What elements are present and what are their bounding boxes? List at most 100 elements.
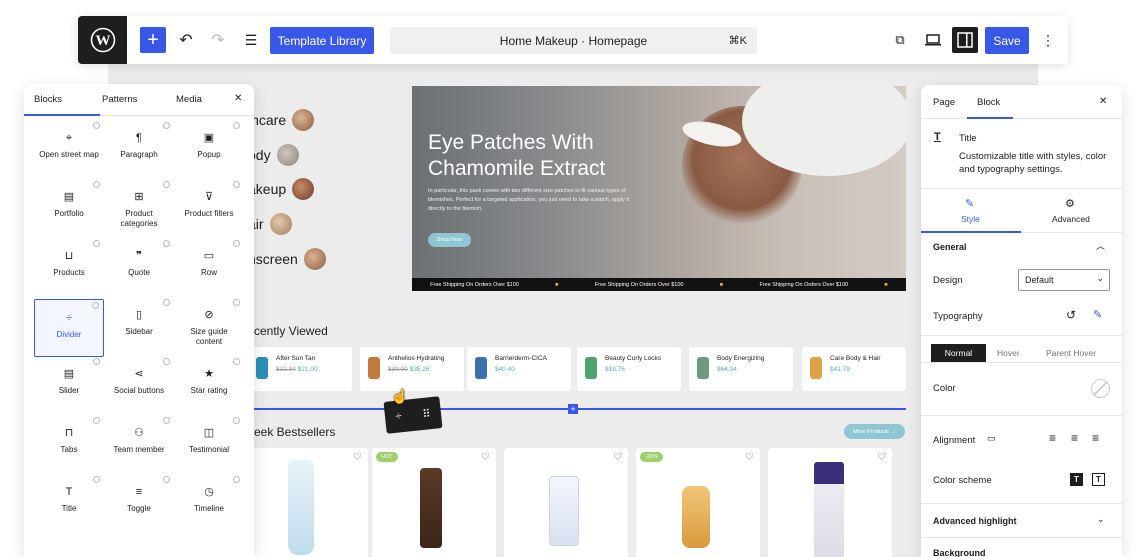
advanced-highlight-section[interactable]: Advanced highlight: [933, 516, 1017, 526]
shop-now-button[interactable]: Shop Now: [428, 233, 471, 247]
block-item[interactable]: ◫ Testimonial: [174, 415, 244, 473]
bestseller-card[interactable]: ♡: [768, 448, 892, 557]
recent-product-card[interactable]: Care Body & Hair $41.79: [802, 347, 906, 391]
block-item[interactable]: T Title: [34, 474, 104, 532]
block-item[interactable]: ⌖ Open street map: [34, 120, 104, 178]
hero-banner[interactable]: Eye Patches With Chamomile Extract In pa…: [412, 86, 906, 291]
recent-product-card[interactable]: Anthelios Hydrating $39.00 $35.26: [360, 347, 464, 391]
tab-media[interactable]: Media: [176, 94, 202, 105]
category-item[interactable]: akeup: [248, 178, 315, 200]
block-item-label: Testimonial: [188, 445, 229, 454]
state-tab-hover[interactable]: Hover: [997, 348, 1020, 358]
close-icon[interactable]: ✕: [1099, 96, 1107, 107]
edit-pencil-icon[interactable]: ✎: [1093, 308, 1102, 321]
design-select[interactable]: Default ⌄: [1018, 269, 1110, 291]
svg-text:W: W: [95, 33, 110, 49]
recent-product-card[interactable]: Barrierderm-CICA $40.40: [467, 347, 571, 391]
block-item[interactable]: ◷ Timeline: [174, 474, 244, 532]
block-item[interactable]: ▣ Popup: [174, 120, 244, 178]
recent-product-card[interactable]: Beauty Curly Locks $19.76: [577, 347, 681, 391]
block-item[interactable]: ¶ Paragraph: [104, 120, 174, 178]
tab-blocks[interactable]: Blocks: [34, 94, 62, 105]
hero-body: In particular, this pack comes with two …: [428, 188, 630, 212]
light-scheme-icon[interactable]: T: [1092, 473, 1105, 486]
block-item[interactable]: ≡ Toggle: [104, 474, 174, 532]
block-item[interactable]: ⋖ Social buttons: [104, 356, 174, 414]
category-item[interactable]: ody: [248, 144, 299, 166]
wishlist-heart-icon[interactable]: ♡: [613, 452, 622, 463]
wishlist-heart-icon[interactable]: ♡: [481, 452, 490, 463]
tab-patterns[interactable]: Patterns: [102, 94, 137, 105]
chevron-down-icon[interactable]: ⌄: [1097, 514, 1105, 525]
sidebar-toggle-icon[interactable]: [952, 27, 978, 53]
recent-product-card[interactable]: Body Energizing $64.34: [689, 347, 793, 391]
state-tab-parent-hover[interactable]: Parent Hover: [1046, 348, 1096, 358]
insert-plus-icon[interactable]: +: [568, 404, 578, 414]
paragraph-icon: ¶: [136, 132, 142, 144]
chevron-up-icon[interactable]: ︿: [1096, 239, 1105, 252]
block-item[interactable]: ▤ Portfolio: [34, 179, 104, 237]
wishlist-heart-icon[interactable]: ♡: [353, 452, 362, 463]
tab-style[interactable]: Style: [961, 214, 980, 224]
bestseller-card[interactable]: HOT ♡: [372, 448, 496, 557]
background-section[interactable]: Background: [933, 548, 986, 557]
block-item-label: Social buttons: [113, 386, 165, 395]
desktop-device-icon[interactable]: ▭: [987, 433, 996, 444]
block-item[interactable]: ▭ Row: [174, 238, 244, 296]
wishlist-heart-icon[interactable]: ♡: [877, 452, 886, 463]
undo-icon[interactable]: ↶: [176, 28, 196, 52]
general-section-title[interactable]: General: [933, 242, 967, 252]
block-item[interactable]: ⊔ Products: [34, 238, 104, 296]
premium-lock-icon: [93, 476, 100, 483]
more-products-button[interactable]: More Products →: [844, 424, 905, 439]
product-thumb: [697, 357, 709, 379]
product-thumb: [475, 357, 487, 379]
block-item[interactable]: ⊓ Tabs: [34, 415, 104, 473]
add-block-button[interactable]: +: [140, 27, 166, 53]
block-item[interactable]: ⊘ Size guide content: [174, 297, 244, 355]
tab-block[interactable]: Block: [977, 97, 1000, 108]
premium-lock-icon: [163, 299, 170, 306]
wordpress-icon[interactable]: W: [78, 16, 127, 64]
list-view-icon[interactable]: ☰: [241, 28, 261, 52]
command-palette[interactable]: Home Makeup · Homepage ⌘K: [390, 27, 757, 54]
block-item[interactable]: ▯ Sidebar: [104, 297, 174, 355]
block-item[interactable]: ★ Star rating: [174, 356, 244, 414]
tab-advanced[interactable]: Advanced: [1052, 214, 1090, 224]
product-image: [682, 486, 710, 548]
color-swatch[interactable]: [1091, 379, 1110, 398]
bestseller-card[interactable]: ♡: [504, 448, 628, 557]
color-scheme-label: Color scheme: [933, 475, 992, 486]
wishlist-heart-icon[interactable]: ♡: [745, 452, 754, 463]
close-icon[interactable]: ✕: [234, 93, 242, 104]
redo-icon[interactable]: ↷: [208, 28, 228, 52]
block-item[interactable]: ⊽ Product filters: [174, 179, 244, 237]
state-tab-normal[interactable]: Normal: [931, 344, 986, 362]
dark-scheme-icon[interactable]: T: [1070, 473, 1083, 486]
block-item[interactable]: ⚇ Team member: [104, 415, 174, 473]
category-item[interactable]: nscreen: [248, 248, 326, 270]
template-library-button[interactable]: Template Library: [270, 27, 374, 54]
category-item[interactable]: incare: [248, 109, 315, 131]
reset-icon[interactable]: ↺: [1066, 308, 1076, 322]
bestseller-card[interactable]: ♡: [248, 448, 368, 557]
recent-product-card[interactable]: After Sun Tan $22.34 $21.00: [248, 347, 352, 391]
category-item[interactable]: air: [248, 213, 292, 235]
bestseller-card[interactable]: -20% ♡: [636, 448, 760, 557]
save-button[interactable]: Save: [985, 27, 1029, 54]
block-item[interactable]: ❞ Quote: [104, 238, 174, 296]
external-link-icon[interactable]: ⧉: [890, 28, 910, 52]
block-item-label: Title: [61, 504, 77, 513]
tab-page[interactable]: Page: [933, 97, 955, 108]
premium-lock-icon: [163, 358, 170, 365]
align-left-icon[interactable]: ≡: [1049, 431, 1056, 445]
block-item[interactable]: ▤ Slider: [34, 356, 104, 414]
align-center-icon[interactable]: ≡: [1071, 431, 1078, 445]
align-right-icon[interactable]: ≡: [1092, 431, 1099, 445]
desktop-preview-icon[interactable]: [923, 28, 943, 52]
category-avatar: [303, 248, 326, 270]
testimonial-icon: ◫: [203, 427, 215, 439]
block-item[interactable]: ⊞ Product categories: [104, 179, 174, 237]
block-item[interactable]: ÷ Divider: [34, 299, 104, 357]
more-vertical-icon[interactable]: ⋮: [1038, 28, 1058, 52]
